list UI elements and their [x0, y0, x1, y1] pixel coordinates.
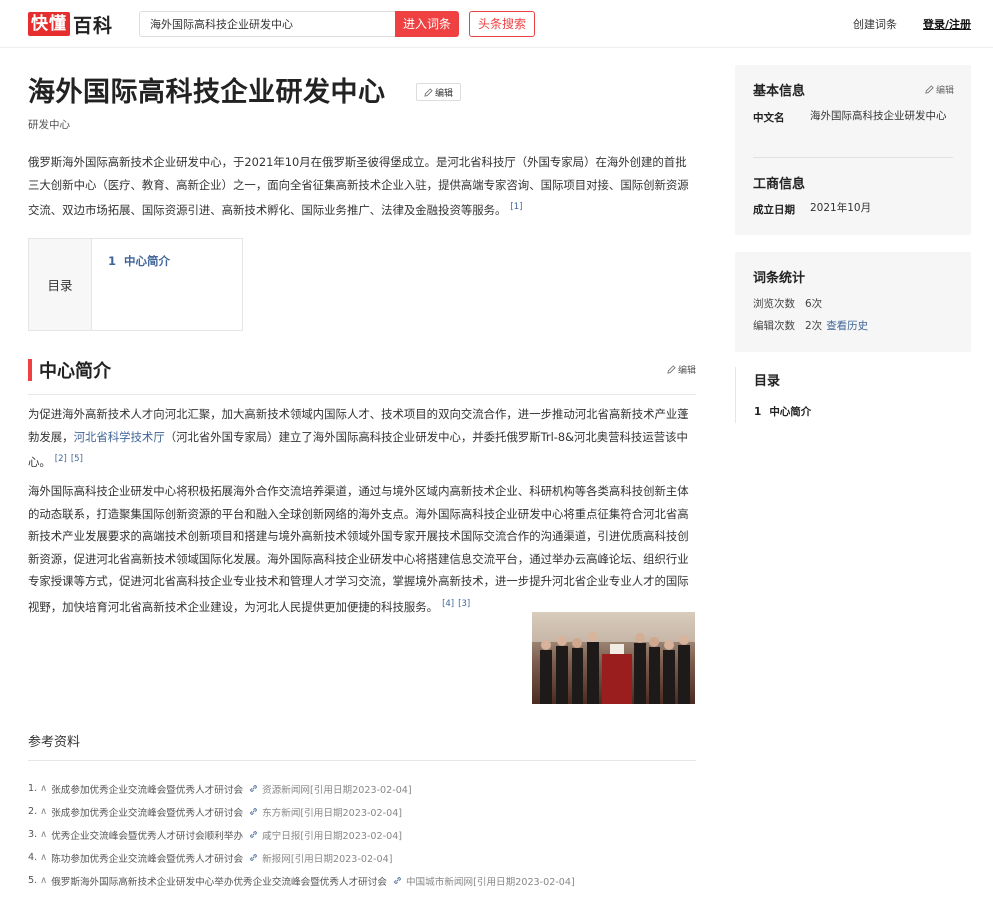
jump-back-caret[interactable]: ∧ — [40, 783, 47, 794]
toc-item-number: 1 — [108, 254, 117, 268]
edit-label: 编辑 — [935, 86, 954, 96]
stats-title: 词条统计 — [753, 271, 806, 286]
reference-number: 3. — [28, 829, 38, 840]
link-icon — [393, 876, 402, 885]
reference-source: 咸宁日报[引用日期2023-02-04] — [262, 830, 403, 842]
reference-title[interactable]: 张成参加优秀企业交流峰会暨优秀人才研讨会 — [51, 805, 243, 819]
citation-ref[interactable]: [1] — [510, 202, 522, 212]
reference-item: 2. ∧ 张成参加优秀企业交流峰会暨优秀人才研讨会 东方新闻[引用日期2023-… — [28, 800, 696, 823]
views-value: 6次 — [805, 298, 823, 310]
page-title: 海外国际高科技企业研发中心 — [28, 77, 386, 108]
citation-ref[interactable]: [3] — [458, 599, 470, 609]
reference-item: 4. ∧ 陈功参加优秀企业交流峰会暨优秀人才研讨会 新报网[引用日期2023-0… — [28, 846, 696, 869]
edit-label: 编辑 — [434, 88, 453, 99]
jump-back-caret[interactable]: ∧ — [40, 875, 47, 886]
card-divider — [753, 157, 953, 158]
sidebar-toc-title: 目录 — [754, 374, 781, 389]
table-of-contents: 目录 1 中心简介 — [28, 238, 243, 331]
views-row: 浏览次数 6次 — [753, 296, 822, 311]
reference-source: 中国城市新闻网[引用日期2023-02-04] — [405, 876, 575, 888]
section-edit-button[interactable]: 编辑 — [667, 363, 696, 376]
login-register-link[interactable]: 登录/注册 — [923, 16, 971, 32]
section-paragraph-1: 为促进海外高新技术人才向河北汇聚，加大高新技术领域内国际人才、技术项目的双向交流… — [28, 403, 696, 473]
section-accent-bar — [28, 359, 32, 381]
link-icon — [249, 830, 258, 839]
pencil-icon — [424, 87, 433, 97]
create-entry-link[interactable]: 创建词条 — [853, 16, 897, 32]
reference-title[interactable]: 俄罗斯海外国际高新技术企业研发中心举办优秀企业交流峰会暨优秀人才研讨会 — [51, 874, 387, 888]
toc-label: 目录 — [29, 239, 92, 330]
views-key: 浏览次数 — [753, 298, 795, 310]
citation-ref[interactable]: [2] — [55, 454, 67, 464]
founded-date-value: 2021年10月 — [810, 202, 872, 214]
section-title: 中心简介 — [39, 361, 111, 382]
sidebar-toc: 目录 1 中心简介 — [735, 367, 971, 423]
section-photo[interactable] — [532, 612, 695, 704]
toc-item-number: 1 — [754, 406, 762, 418]
reference-title[interactable]: 张成参加优秀企业交流峰会暨优秀人才研讨会 — [51, 782, 243, 796]
reference-source: 东方新闻[引用日期2023-02-04] — [262, 807, 403, 819]
references-list: 1. ∧ 张成参加优秀企业交流峰会暨优秀人才研讨会 资源新闻网[引用日期2023… — [28, 777, 696, 892]
reference-number: 4. — [28, 852, 38, 863]
toc-item[interactable]: 1 中心简介 — [92, 239, 170, 330]
citation-ref[interactable]: [4] — [442, 599, 454, 609]
reference-item: 5. ∧ 俄罗斯海外国际高新技术企业研发中心举办优秀企业交流峰会暨优秀人才研讨会… — [28, 869, 696, 892]
pencil-icon — [667, 365, 676, 374]
reference-title[interactable]: 陈功参加优秀企业交流峰会暨优秀人才研讨会 — [51, 851, 243, 865]
summary-paragraph: 俄罗斯海外国际高新技术企业研发中心，于2021年10月在俄罗斯圣彼得堡成立。是河… — [28, 151, 696, 221]
link-icon — [249, 853, 258, 862]
summary-text: 俄罗斯海外国际高新技术企业研发中心，于2021年10月在俄罗斯圣彼得堡成立。是河… — [28, 155, 689, 217]
entry-subtitle: 研发中心 — [28, 119, 70, 131]
basic-info-card: 基本信息 编辑 中文名 海外国际高科技企业研发中心 工商信息 成立日期 2021… — [735, 65, 971, 235]
paragraph-text: 海外国际高科技企业研发中心将积极拓展海外合作交流培养渠道，通过与境外区域内高新技… — [28, 484, 689, 614]
reference-item: 1. ∧ 张成参加优秀企业交流峰会暨优秀人才研讨会 资源新闻网[引用日期2023… — [28, 777, 696, 800]
citation-ref[interactable]: [5] — [71, 454, 83, 464]
pencil-icon — [925, 85, 934, 94]
search-input[interactable] — [139, 11, 395, 37]
toutiao-search-button[interactable]: 头条搜索 — [469, 11, 535, 37]
toc-item-text: 中心简介 — [769, 406, 812, 418]
edits-value: 2次 — [805, 320, 823, 332]
group-photo-image — [532, 612, 695, 704]
founded-date-key: 成立日期 — [753, 204, 795, 216]
logo-mark: 快懂 — [28, 12, 70, 36]
references-title: 参考资料 — [28, 735, 81, 750]
section-paragraph-2: 海外国际高科技企业研发中心将积极拓展海外合作交流培养渠道，通过与境外区域内高新技… — [28, 480, 696, 618]
reference-number: 2. — [28, 806, 38, 817]
jump-back-caret[interactable]: ∧ — [40, 806, 47, 817]
edits-key: 编辑次数 — [753, 320, 795, 332]
business-info-title: 工商信息 — [753, 177, 806, 192]
top-header: 快懂 百科 进入词条 头条搜索 创建词条 登录/注册 — [0, 0, 993, 48]
enter-entry-button[interactable]: 进入词条 — [395, 11, 459, 37]
title-edit-button[interactable]: 编辑 — [416, 83, 461, 101]
basic-info-title: 基本信息 — [753, 84, 806, 99]
jump-back-caret[interactable]: ∧ — [40, 829, 47, 840]
logo-text: 百科 — [73, 14, 114, 37]
jump-back-caret[interactable]: ∧ — [40, 852, 47, 863]
cn-name-key: 中文名 — [753, 112, 785, 124]
reference-number: 5. — [28, 875, 38, 886]
reference-number: 1. — [28, 783, 38, 794]
link-icon — [249, 784, 258, 793]
reference-source: 新报网[引用日期2023-02-04] — [262, 853, 393, 865]
entry-stats-card: 词条统计 浏览次数 6次 编辑次数 2次 查看历史 — [735, 252, 971, 352]
basic-info-edit-button[interactable]: 编辑 — [925, 83, 954, 96]
edits-row: 编辑次数 2次 查看历史 — [753, 318, 868, 333]
references-divider — [28, 760, 696, 761]
edit-label: 编辑 — [677, 366, 696, 376]
view-history-link[interactable]: 查看历史 — [826, 320, 868, 332]
site-logo[interactable]: 快懂 百科 — [28, 11, 113, 37]
reference-title[interactable]: 优秀企业交流峰会暨优秀人才研讨会顺利举办 — [51, 828, 243, 842]
reference-item: 3. ∧ 优秀企业交流峰会暨优秀人才研讨会顺利举办 咸宁日报[引用日期2023-… — [28, 823, 696, 846]
sidebar-toc-item[interactable]: 1 中心简介 — [754, 404, 811, 419]
link-icon — [249, 807, 258, 816]
section-header: 中心简介 编辑 — [28, 357, 696, 395]
reference-source: 资源新闻网[引用日期2023-02-04] — [262, 784, 412, 796]
cn-name-value: 海外国际高科技企业研发中心 — [810, 110, 947, 122]
toc-item-text: 中心简介 — [124, 254, 171, 268]
hebei-science-dept-link[interactable]: 河北省科学技术厅 — [74, 430, 165, 444]
